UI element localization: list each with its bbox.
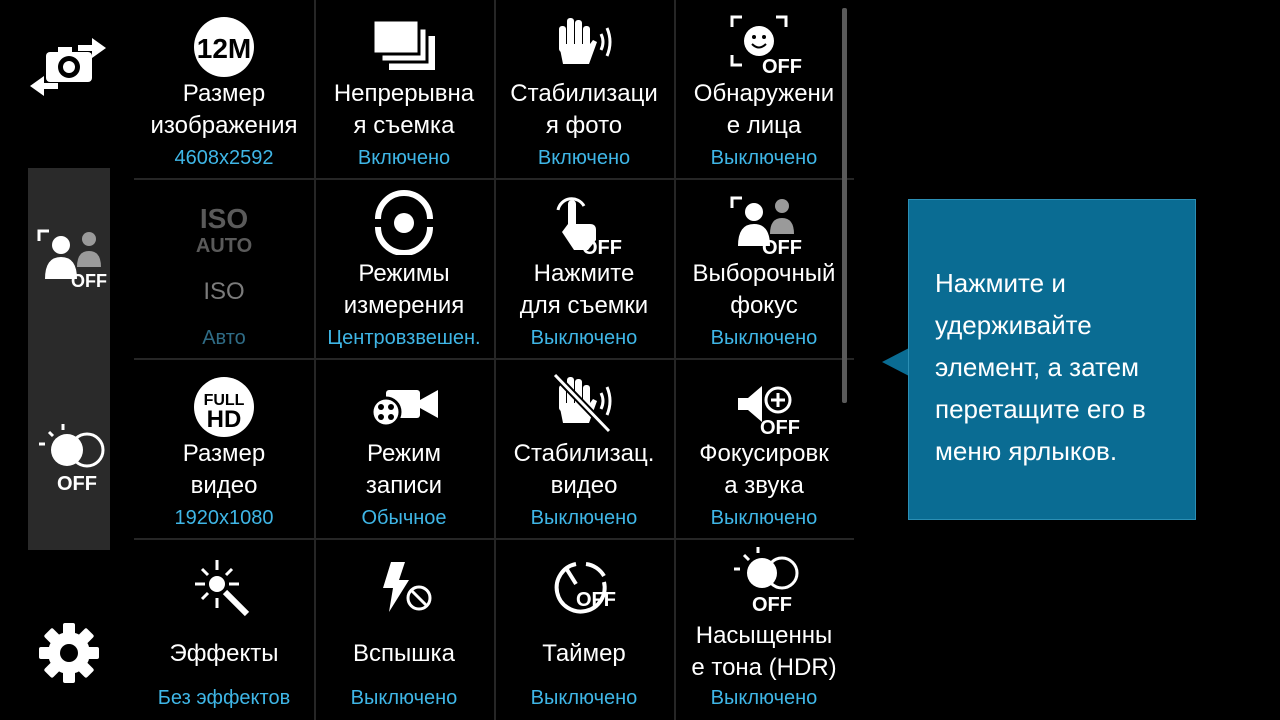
setting-label: Фокусировк а звука (699, 440, 829, 499)
setting-value: 4608x2592 (174, 147, 274, 169)
setting-value: Обычное (361, 507, 447, 529)
tap-to-shoot-icon: OFF (556, 197, 622, 256)
selective-focus-icon: OFF (37, 229, 107, 291)
setting-label: Непрерывна я съемка (333, 80, 475, 139)
svg-text:OFF: OFF (582, 237, 622, 256)
setting-label: ISO (203, 278, 245, 305)
setting-label: Стабилизац. видео (513, 440, 655, 499)
setting-label: Режим записи (365, 440, 443, 499)
setting-value: Выключено (710, 327, 818, 349)
shortcut-hdr[interactable]: OFF (28, 418, 110, 498)
metering-icon (375, 190, 433, 255)
setting-audio-zoom[interactable]: OFF Фокусировк а звука Выключено (674, 360, 854, 540)
svg-text:AUTO: AUTO (196, 235, 252, 257)
setting-video-stabilization[interactable]: Стабилизац. видео Выключено (494, 360, 674, 540)
burst-shot-icon (371, 18, 435, 70)
setting-value: Выключено (350, 687, 458, 709)
setting-value: Выключено (530, 327, 638, 349)
setting-value: Без эффектов (157, 687, 291, 709)
setting-label: Размер видео (182, 440, 266, 499)
setting-value: Выключено (530, 507, 638, 529)
settings-grid: 12M Размер изображения 4608x2592 Непреры… (134, 0, 854, 720)
svg-text:OFF: OFF (760, 417, 800, 436)
svg-text:HD: HD (207, 406, 242, 433)
setting-rich-tone[interactable]: OFF Насыщенны е тона (HDR) Выключено (674, 540, 854, 720)
iso-auto-icon: ISO AUTO (196, 203, 252, 257)
setting-face-detection[interactable]: OFF Обнаружени е лица Выключено (674, 0, 854, 180)
setting-value: 1920x1080 (174, 507, 274, 529)
setting-picture-size[interactable]: 12M Размер изображения 4608x2592 (134, 0, 314, 180)
setting-value: Включено (357, 147, 451, 169)
setting-timer[interactable]: OFF Таймер Выключено (494, 540, 674, 720)
setting-label: Обнаружени е лица (693, 80, 835, 139)
setting-label: Насыщенны е тона (HDR) (691, 622, 837, 681)
selective-focus-icon: OFF (730, 196, 802, 256)
camera-switch-icon (30, 38, 106, 96)
tooltip-arrow (882, 348, 909, 376)
shortcut-selective-focus[interactable]: OFF (28, 222, 110, 294)
setting-metering[interactable]: Режимы измерения Центровзвешен. (314, 180, 494, 360)
setting-label: Таймер (542, 640, 626, 667)
setting-photo-stabilization[interactable]: Стабилизаци я фото Включено (494, 0, 674, 180)
settings-scrollbar[interactable] (842, 8, 847, 403)
timer-icon: OFF (554, 562, 616, 614)
svg-text:OFF: OFF (576, 589, 616, 611)
setting-burst-shot[interactable]: Непрерывна я съемка Включено (314, 0, 494, 180)
audio-zoom-icon: OFF (738, 386, 800, 436)
hdr-icon: OFF (734, 547, 799, 616)
setting-value: Выключено (710, 507, 818, 529)
setting-label: Выборочный фокус (692, 260, 836, 319)
setting-video-size[interactable]: FULL HD Размер видео 1920x1080 (134, 360, 314, 540)
setting-label: Нажмите для съемки (519, 260, 649, 319)
hint-tooltip: Нажмите и удерживайте элемент, а затем п… (908, 199, 1196, 520)
svg-text:OFF: OFF (57, 473, 97, 495)
stabilization-hand-icon (559, 18, 612, 64)
magic-wand-icon (195, 560, 250, 617)
setting-iso[interactable]: ISO AUTO ISO Авто (134, 180, 314, 360)
setting-value: Включено (537, 147, 631, 169)
setting-effects[interactable]: Эффекты Без эффектов (134, 540, 314, 720)
setting-tap-to-shoot[interactable]: OFF Нажмите для съемки Выключено (494, 180, 674, 360)
setting-value: Выключено (710, 687, 818, 709)
svg-text:OFF: OFF (762, 56, 802, 75)
svg-text:ISO: ISO (200, 203, 248, 234)
settings-button[interactable] (36, 620, 102, 686)
flash-off-icon (383, 562, 432, 612)
face-detection-icon: OFF (730, 15, 802, 75)
setting-selective-focus[interactable]: OFF Выборочный фокус Выключено (674, 180, 854, 360)
tooltip-text: Нажмите и удерживайте элемент, а затем п… (935, 268, 1146, 466)
svg-text:12M: 12M (197, 33, 251, 64)
svg-text:OFF: OFF (71, 271, 107, 291)
setting-label: Режимы измерения (343, 260, 465, 319)
setting-label: Стабилизаци я фото (510, 80, 658, 139)
video-camera-icon (370, 390, 438, 428)
resolution-12m-icon: 12M (194, 17, 254, 77)
setting-value: Выключено (710, 147, 818, 169)
setting-value: Авто (202, 327, 246, 349)
svg-text:OFF: OFF (752, 594, 792, 616)
setting-label: Размер изображения (150, 80, 298, 139)
video-stabilization-off-icon (552, 372, 612, 434)
setting-label: Эффекты (169, 640, 279, 667)
hdr-icon: OFF (39, 424, 105, 495)
setting-recording-mode[interactable]: Режим записи Обычное (314, 360, 494, 540)
setting-value: Выключено (530, 687, 638, 709)
switch-camera-button[interactable] (26, 34, 110, 100)
full-hd-icon: FULL HD (194, 377, 254, 437)
setting-flash[interactable]: Вспышка Выключено (314, 540, 494, 720)
setting-label: Вспышка (353, 640, 455, 667)
gear-icon (39, 623, 99, 683)
setting-value: Центровзвешен. (327, 327, 481, 349)
svg-text:OFF: OFF (762, 237, 802, 256)
